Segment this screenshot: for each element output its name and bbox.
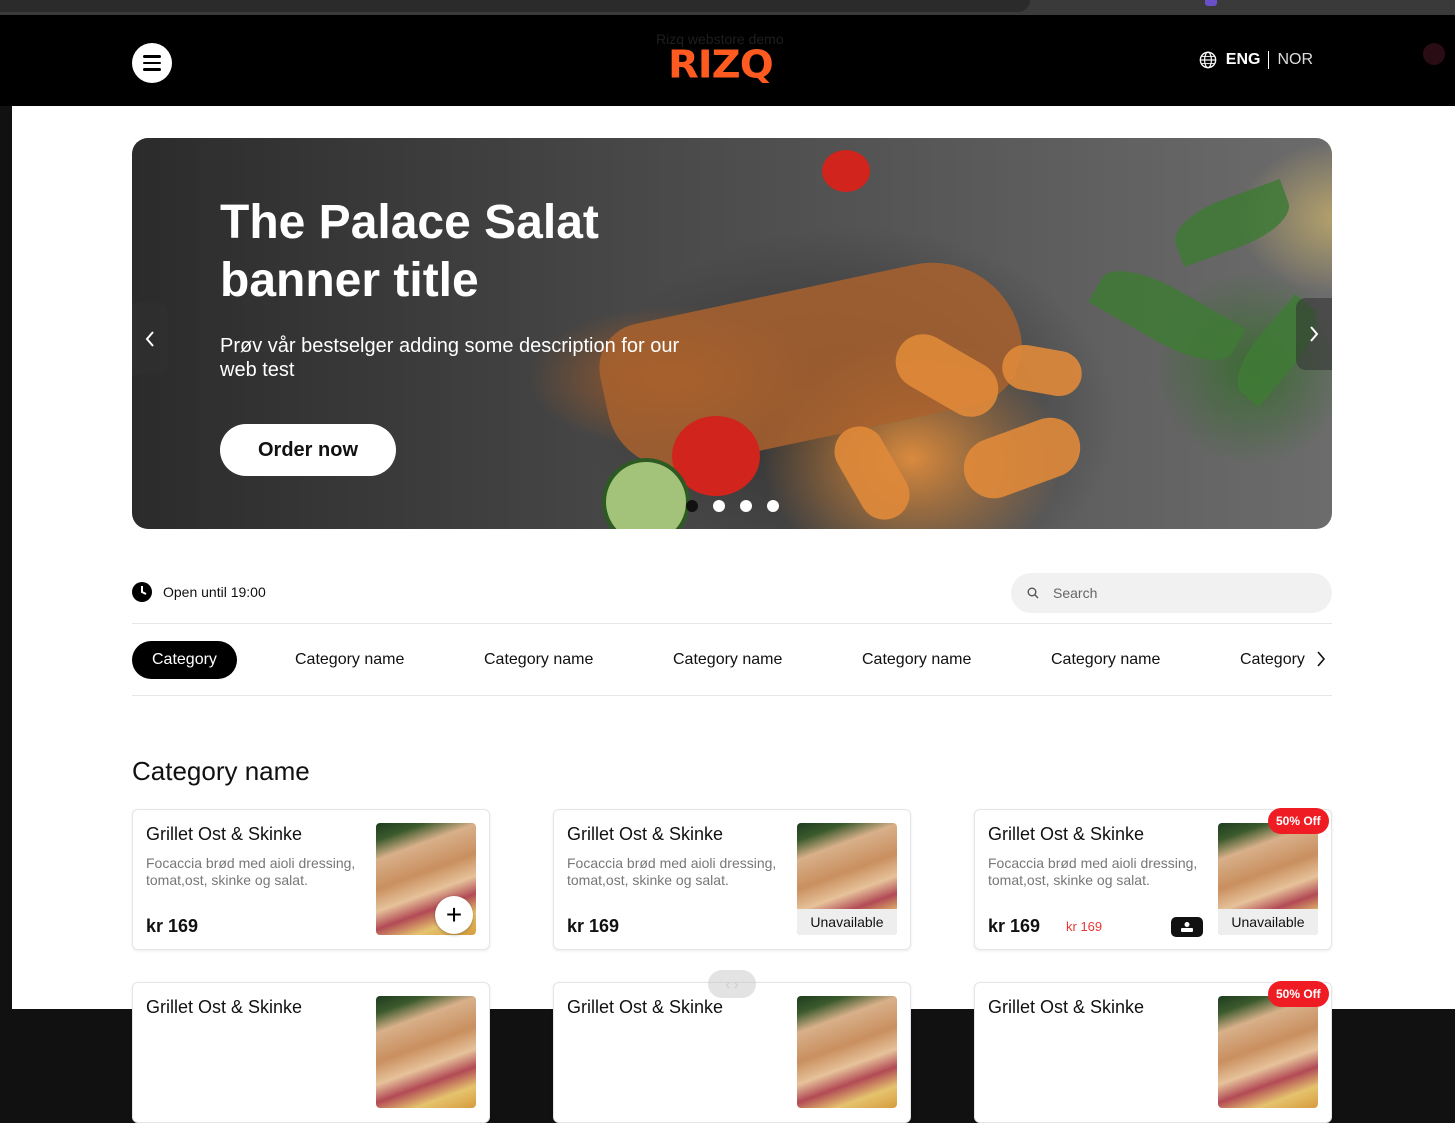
- chevron-right-icon[interactable]: [1316, 650, 1326, 668]
- discount-badge: 50% Off: [1268, 981, 1329, 1007]
- product-card[interactable]: Grillet Ost & Skinke Focaccia brød med a…: [132, 809, 490, 950]
- banner-dot-4[interactable]: [767, 500, 779, 512]
- category-tab[interactable]: Category name: [673, 641, 782, 679]
- product-image: [797, 996, 897, 1108]
- product-card[interactable]: Grillet Ost & Skinke 50% Off: [974, 981, 1332, 1123]
- product-description: Focaccia brød med aioli dressing, tomat,…: [988, 855, 1198, 888]
- search-bar[interactable]: [1011, 573, 1332, 613]
- unavailable-label: Unavailable: [797, 909, 897, 935]
- product-name: Grillet Ost & Skinke: [146, 824, 303, 844]
- chevron-left-icon: ‹: [725, 976, 731, 992]
- product-old-price: kr 169: [1066, 919, 1103, 934]
- category-tab[interactable]: Category: [1240, 641, 1305, 679]
- search-input[interactable]: [1051, 584, 1295, 602]
- section-title: Category name: [132, 756, 310, 786]
- lang-eng[interactable]: ENG: [1226, 51, 1261, 69]
- language-switcher: ENG NOR: [1199, 51, 1313, 69]
- product-name: Grillet Ost & Skinke: [567, 824, 724, 844]
- product-image: [376, 996, 476, 1108]
- order-now-button[interactable]: Order now: [220, 424, 396, 476]
- chevron-right-icon: ›: [733, 976, 739, 992]
- product-price: kr 169: [146, 916, 199, 936]
- banner-dot-1[interactable]: [686, 500, 698, 512]
- product-price: kr 169: [567, 916, 620, 936]
- product-description: Focaccia brød med aioli dressing, tomat,…: [146, 855, 356, 888]
- banner-prev-button[interactable]: [132, 303, 168, 375]
- lang-divider: [1268, 51, 1270, 69]
- divider-top: [132, 623, 1332, 624]
- corner-indicator: [1423, 43, 1445, 65]
- product-description: Focaccia brød med aioli dressing, tomat,…: [567, 855, 777, 888]
- lang-nor[interactable]: NOR: [1277, 51, 1313, 69]
- category-tab[interactable]: Category name: [862, 641, 971, 679]
- product-image: [1218, 996, 1318, 1108]
- site-header: Rizq webstore demo RIZQ ENG NOR: [0, 15, 1455, 106]
- rizq-logo[interactable]: RIZQ: [668, 46, 774, 84]
- banner-image-fries: [998, 341, 1086, 400]
- banner-dot-2[interactable]: [713, 500, 725, 512]
- banner-pagination: [686, 500, 794, 512]
- category-tab[interactable]: Category name: [484, 641, 593, 679]
- chevron-right-icon: [1310, 326, 1319, 342]
- product-card[interactable]: Grillet Ost & Skinke Focaccia brød med a…: [974, 808, 1332, 950]
- search-icon: [1027, 587, 1039, 599]
- product-name: Grillet Ost & Skinke: [146, 997, 303, 1017]
- category-tab[interactable]: Category name: [1051, 641, 1160, 679]
- browser-tab: [0, 0, 1030, 12]
- clock-icon: [132, 582, 152, 602]
- product-card[interactable]: Grillet Ost & Skinke: [553, 982, 911, 1123]
- discount-badge: 50% Off: [1268, 808, 1329, 834]
- product-name: Grillet Ost & Skinke: [988, 997, 1145, 1017]
- opening-hours: Open until 19:00: [132, 582, 266, 602]
- add-to-cart-button[interactable]: +: [435, 896, 473, 934]
- product-name: Grillet Ost & Skinke: [988, 824, 1145, 844]
- category-tabs: Category Category name Category name Cat…: [132, 641, 1332, 679]
- hero-banner: The Palace Salat banner title Prøv vår b…: [132, 138, 1332, 529]
- hamburger-menu-button[interactable]: [132, 43, 172, 83]
- product-card[interactable]: Grillet Ost & Skinke Focaccia brød med a…: [553, 809, 911, 950]
- banner-dot-3[interactable]: [740, 500, 752, 512]
- category-tab[interactable]: Category name: [295, 641, 404, 679]
- pickup-icon: [1171, 917, 1203, 937]
- banner-title: The Palace Salat banner title: [220, 196, 599, 307]
- product-card[interactable]: Grillet Ost & Skinke: [132, 982, 490, 1123]
- unavailable-label: Unavailable: [1218, 909, 1318, 935]
- chevron-left-icon: [145, 331, 154, 347]
- banner-next-button[interactable]: [1296, 298, 1332, 370]
- category-tab-active[interactable]: Category: [132, 641, 237, 679]
- product-name: Grillet Ost & Skinke: [567, 997, 724, 1017]
- opening-hours-text: Open until 19:00: [163, 584, 266, 600]
- divider-bottom: [132, 695, 1332, 696]
- banner-description: Prøv vår bestselger adding some descript…: [220, 335, 680, 381]
- menu-icon: [143, 53, 161, 73]
- scroll-indicator[interactable]: ‹ ›: [708, 970, 756, 998]
- banner-image-fries: [825, 417, 919, 529]
- banner-image-leaf: [1167, 178, 1297, 268]
- plus-icon: +: [445, 899, 463, 930]
- extension-badge: [1205, 0, 1217, 6]
- browser-top-strip: [0, 0, 1455, 15]
- product-price: kr 169: [988, 916, 1041, 936]
- banner-image-tomato: [822, 150, 870, 192]
- globe-icon: [1199, 51, 1217, 69]
- banner-image-leaf: [1088, 254, 1246, 377]
- banner-image-fries: [955, 409, 1089, 507]
